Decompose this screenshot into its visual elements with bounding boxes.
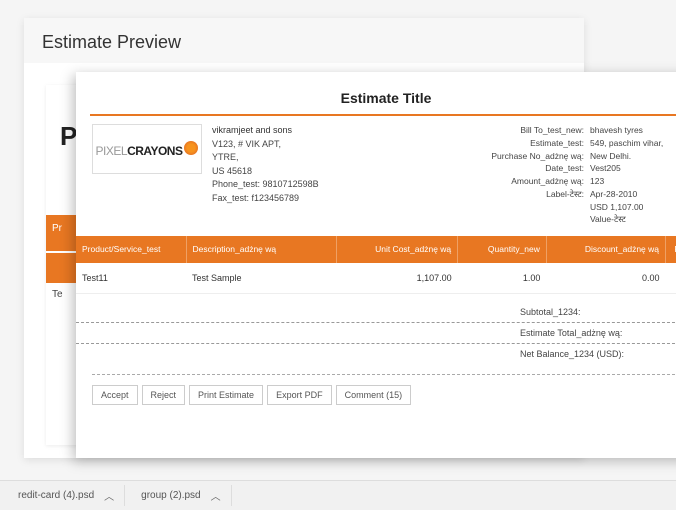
from-line: V123, # VIK APT,: [212, 138, 372, 152]
col-header: Unit Cost_adżnę wą: [336, 236, 458, 263]
comment-button[interactable]: Comment (15): [336, 385, 412, 405]
cell-desc: Test Sample: [186, 263, 336, 294]
col-header: Quantity_new: [458, 236, 547, 263]
back-snippet: Pr: [52, 223, 62, 234]
from-line: vikramjeet and sons: [212, 124, 372, 138]
meta-label: Label-टेस्ट:: [372, 188, 584, 201]
download-filename: redit-card (4).psd: [18, 490, 94, 501]
print-button[interactable]: Print Estimate: [189, 385, 263, 405]
meta-value: Value-टेस्ट: [590, 213, 676, 226]
estimate-document: Estimate Title PIXELCRAYONS vikramjeet a…: [76, 72, 676, 458]
logo-swirl-icon: [184, 141, 198, 155]
meta-label: Estimate_test:: [372, 137, 584, 150]
table-header-row: Product/Service_test Description_adżnę w…: [76, 236, 676, 263]
action-bar: Accept Reject Print Estimate Export PDF …: [76, 375, 676, 415]
logo-text-pixel: PIXEL: [96, 144, 128, 158]
download-item[interactable]: group (2).psd ︿: [131, 485, 231, 506]
download-filename: group (2).psd: [141, 490, 200, 501]
from-line: Fax_test: f123456789: [212, 192, 372, 206]
total-label: Subtotal_1234:: [520, 307, 676, 317]
from-line: YTRE,: [212, 151, 372, 165]
logo-text-crayons: CRAYONS: [127, 144, 182, 158]
cell-qty: 1.00: [458, 263, 547, 294]
from-line: US 45618: [212, 165, 372, 179]
totals-block: Subtotal_1234: Estimate Total_adżnę wą: …: [76, 302, 676, 364]
export-pdf-button[interactable]: Export PDF: [267, 385, 332, 405]
cell-price: [666, 263, 676, 294]
accept-button[interactable]: Accept: [92, 385, 138, 405]
meta-label: Date_test:: [372, 162, 584, 175]
meta-value: 123: [590, 175, 676, 188]
col-header: Pric: [666, 236, 676, 263]
chevron-up-icon: ︿: [211, 488, 221, 503]
col-header: Description_adżnę wą: [186, 236, 336, 263]
cell-product: Test11: [76, 263, 186, 294]
back-logo-initial: P: [60, 121, 77, 151]
chevron-up-icon: ︿: [104, 488, 114, 503]
meta-label: Amount_adżnę wą:: [372, 175, 584, 188]
company-logo: PIXELCRAYONS: [92, 124, 202, 174]
from-address: vikramjeet and sons V123, # VIK APT, YTR…: [212, 124, 372, 226]
meta-value: Apr-28-2010: [590, 188, 676, 201]
cell-disc: 0.00: [546, 263, 665, 294]
download-item[interactable]: redit-card (4).psd ︿: [8, 485, 125, 506]
cell-unit: 1,107.00: [336, 263, 458, 294]
meta-value: USD 1,107.00: [590, 201, 676, 214]
meta-value: bhavesh tyres: [590, 124, 676, 137]
meta-value: Vest205: [590, 162, 676, 175]
document-header: PIXELCRAYONS vikramjeet and sons V123, #…: [76, 116, 676, 232]
meta-value: 549, paschim vihar,: [590, 137, 676, 150]
line-items-table: Product/Service_test Description_adżnę w…: [76, 236, 676, 294]
from-line: Phone_test: 9810712598B: [212, 178, 372, 192]
downloads-bar: redit-card (4).psd ︿ group (2).psd ︿: [0, 480, 676, 510]
back-snippet: Te: [52, 289, 63, 300]
total-label: Estimate Total_adżnę wą:: [520, 328, 676, 338]
meta-label: Bill To_test_new:: [372, 124, 584, 137]
estimate-meta: Bill To_test_new: Estimate_test: Purchas…: [372, 124, 676, 226]
col-header: Discount_adżnę wą: [546, 236, 665, 263]
reject-button[interactable]: Reject: [142, 385, 186, 405]
meta-label: Purchase No_adżnę wą:: [372, 150, 584, 163]
total-label: Net Balance_1234 (USD):: [520, 349, 676, 359]
col-header: Product/Service_test: [76, 236, 186, 263]
meta-value: New Delhi.: [590, 150, 676, 163]
back-window-title: Estimate Preview: [24, 18, 584, 63]
table-row: Test11 Test Sample 1,107.00 1.00 0.00: [76, 263, 676, 294]
document-title: Estimate Title: [76, 72, 676, 114]
